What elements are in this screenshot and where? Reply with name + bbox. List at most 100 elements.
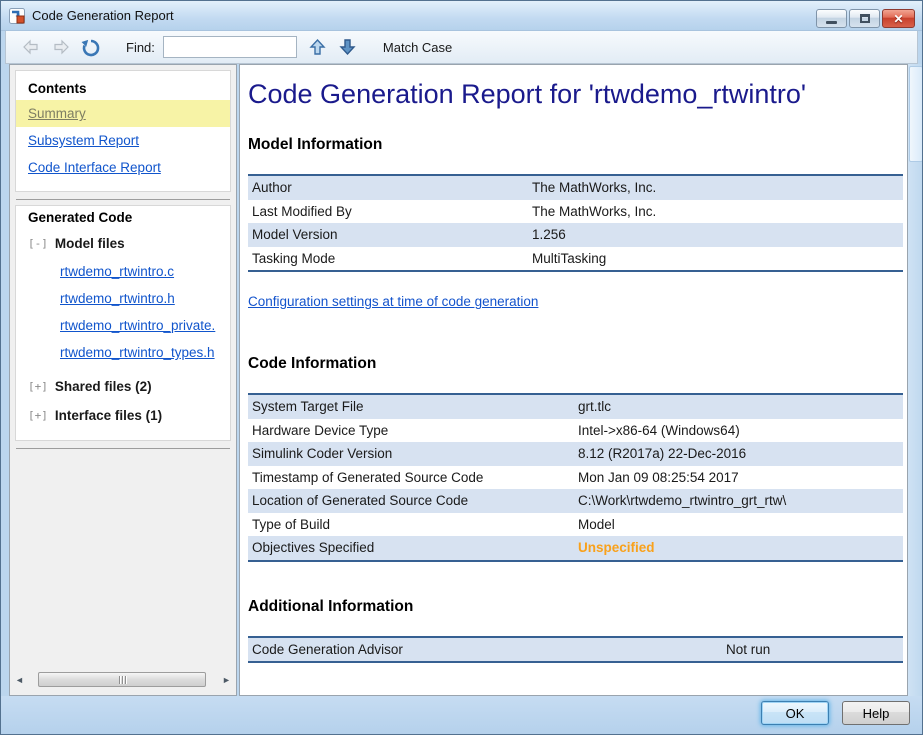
back-arrow-icon: [21, 39, 41, 55]
row-label: Objectives Specified: [248, 540, 578, 555]
find-input[interactable]: [163, 36, 297, 58]
contents-sidebar: Contents Summary Subsystem Report Code I…: [9, 64, 237, 696]
code-information-heading: Code Information: [248, 355, 903, 373]
expand-toggle-interface-files[interactable]: [+]: [28, 409, 48, 422]
row-value: Not run: [726, 642, 903, 657]
tree-group-shared-files: Shared files (2): [55, 379, 152, 394]
row-label: Timestamp of Generated Source Code: [248, 470, 578, 485]
close-button[interactable]: ✕: [882, 9, 915, 28]
minimize-button[interactable]: [816, 9, 847, 28]
sidebar-separator: [16, 448, 230, 449]
row-label: System Target File: [248, 399, 578, 414]
maximize-button[interactable]: [849, 9, 880, 28]
help-button[interactable]: Help: [842, 701, 910, 725]
scrollbar-grip: [122, 676, 123, 684]
file-link-rtwdemo-rtwintro-private-h[interactable]: rtwdemo_rtwintro_private.: [16, 312, 230, 339]
back-button[interactable]: [20, 37, 42, 57]
sidebar-item-code-interface-report[interactable]: Code Interface Report: [16, 154, 230, 181]
table-row: Hardware Device Type Intel->x86-64 (Wind…: [248, 419, 903, 443]
down-arrow-icon: [339, 38, 356, 56]
row-label: Author: [248, 180, 532, 195]
report-title: Code Generation Report for 'rtwdemo_rtwi…: [248, 79, 903, 110]
row-value: 8.12 (R2017a) 22-Dec-2016: [578, 446, 903, 461]
row-label: Type of Build: [248, 517, 578, 532]
model-information-table: Author The MathWorks, Inc. Last Modified…: [248, 174, 903, 272]
file-link-rtwdemo-rtwintro-types-h[interactable]: rtwdemo_rtwintro_types.h: [16, 339, 230, 366]
scroll-left-button[interactable]: ◄: [11, 671, 28, 688]
scrollbar-thumb[interactable]: [909, 66, 923, 162]
scrollbar-grip: [119, 676, 120, 684]
spacer: [248, 309, 903, 355]
sidebar-separator: [16, 199, 230, 200]
scrollbar-thumb[interactable]: [38, 672, 206, 687]
maximize-icon: [860, 14, 870, 23]
scrollbar-track[interactable]: [28, 671, 218, 688]
table-row: Author The MathWorks, Inc.: [248, 176, 903, 200]
row-value: The MathWorks, Inc.: [532, 180, 903, 195]
table-row: Model Version 1.256: [248, 223, 903, 247]
report-app-icon: [9, 8, 26, 24]
window-title: Code Generation Report: [32, 8, 174, 23]
find-toolbar: Find: Match Case: [5, 31, 918, 64]
table-row: Last Modified By The MathWorks, Inc.: [248, 200, 903, 224]
collapse-toggle-model-files[interactable]: [-]: [28, 237, 48, 250]
row-label: Simulink Coder Version: [248, 446, 578, 461]
row-value: C:\Work\rtwdemo_rtwintro_grt_rtw\: [578, 493, 903, 508]
code-generation-report-window: Code Generation Report ✕ Find:: [0, 0, 923, 735]
table-row: Type of Build Model: [248, 513, 903, 537]
expand-toggle-shared-files[interactable]: [+]: [28, 380, 48, 393]
forward-arrow-icon: [51, 39, 71, 55]
additional-information-heading: Additional Information: [248, 598, 903, 616]
file-link-rtwdemo-rtwintro-h[interactable]: rtwdemo_rtwintro.h: [16, 285, 230, 312]
row-label: Last Modified By: [248, 204, 532, 219]
objectives-status-value: Unspecified: [578, 540, 903, 555]
content-area: Contents Summary Subsystem Report Code I…: [9, 64, 914, 696]
row-value: MultiTasking: [532, 251, 903, 266]
minimize-icon: [826, 21, 837, 24]
contents-box: Contents Summary Subsystem Report Code I…: [15, 70, 231, 192]
row-value: Mon Jan 09 08:25:54 2017: [578, 470, 903, 485]
find-previous-button[interactable]: [307, 37, 329, 57]
additional-information-table: Code Generation Advisor Not run: [248, 636, 903, 664]
row-label: Hardware Device Type: [248, 423, 578, 438]
refresh-button[interactable]: [80, 37, 102, 57]
match-case-toggle[interactable]: Match Case: [383, 40, 452, 55]
table-row: System Target File grt.tlc: [248, 395, 903, 419]
main-vertical-scrollbar[interactable]: [908, 64, 923, 696]
row-value: Intel->x86-64 (Windows64): [578, 423, 903, 438]
row-label: Code Generation Advisor: [248, 642, 726, 657]
code-information-table: System Target File grt.tlc Hardware Devi…: [248, 393, 903, 562]
row-value: grt.tlc: [578, 399, 903, 414]
row-value: The MathWorks, Inc.: [532, 204, 903, 219]
sidebar-horizontal-scrollbar: ◄ ►: [11, 671, 235, 688]
close-icon: ✕: [893, 12, 903, 26]
table-row: Location of Generated Source Code C:\Wor…: [248, 489, 903, 513]
ok-button[interactable]: OK: [761, 701, 829, 725]
sidebar-item-subsystem-report[interactable]: Subsystem Report: [16, 127, 230, 154]
up-arrow-icon: [309, 38, 326, 56]
scrollbar-grip: [125, 676, 126, 684]
table-row: Tasking Mode MultiTasking: [248, 247, 903, 271]
row-label: Tasking Mode: [248, 251, 532, 266]
row-label: Model Version: [248, 227, 532, 242]
scroll-right-button[interactable]: ►: [218, 671, 235, 688]
generated-code-box: Generated Code [-] Model files rtwdemo_r…: [15, 205, 231, 441]
generated-code-heading: Generated Code: [16, 208, 230, 229]
refresh-icon: [81, 38, 101, 57]
row-label: Location of Generated Source Code: [248, 493, 578, 508]
table-row: Simulink Coder Version 8.12 (R2017a) 22-…: [248, 442, 903, 466]
find-next-button[interactable]: [337, 37, 359, 57]
file-link-rtwdemo-rtwintro-c[interactable]: rtwdemo_rtwintro.c: [16, 258, 230, 285]
spacer: [248, 562, 903, 598]
table-row: Code Generation Advisor Not run: [248, 638, 903, 662]
report-panel: Code Generation Report for 'rtwdemo_rtwi…: [239, 64, 908, 696]
tree-group-model-files: Model files: [55, 236, 125, 251]
row-value: 1.256: [532, 227, 903, 242]
configuration-settings-link[interactable]: Configuration settings at time of code g…: [248, 294, 538, 309]
contents-heading: Contents: [16, 79, 230, 100]
forward-button[interactable]: [50, 37, 72, 57]
row-value: Model: [578, 517, 903, 532]
sidebar-item-summary[interactable]: Summary: [16, 100, 230, 127]
dialog-footer: OK Help: [1, 696, 922, 734]
find-label: Find:: [126, 40, 155, 55]
